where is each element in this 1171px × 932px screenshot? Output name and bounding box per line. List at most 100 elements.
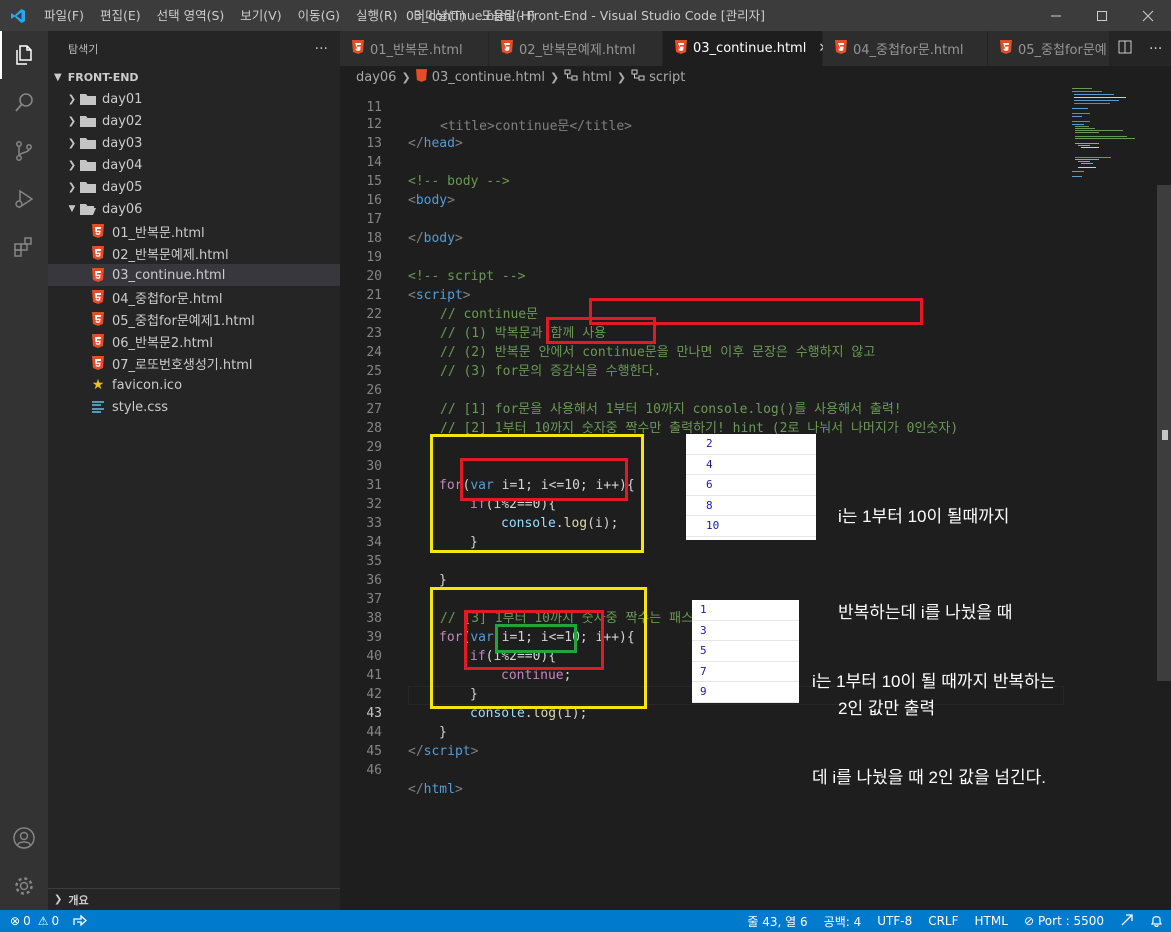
html5-icon	[90, 223, 106, 239]
code-line: 19 <!-- script -->	[340, 229, 1064, 284]
file-07[interactable]: 07_로또번호생성기.html	[48, 352, 340, 374]
html5-icon	[90, 289, 106, 305]
breadcrumb-html[interactable]: html	[582, 70, 612, 85]
language-mode[interactable]: HTML	[975, 914, 1008, 928]
maximize-button[interactable]	[1079, 0, 1125, 31]
vscode-logo-icon	[0, 0, 36, 31]
html5-icon	[90, 245, 106, 261]
feedback-icon[interactable]	[1120, 913, 1134, 930]
error-icon: ⊗	[10, 914, 21, 928]
chevron-right-icon: ❯	[54, 894, 63, 905]
folder-day03[interactable]: ❯ day03	[48, 132, 340, 154]
folder-day06[interactable]: ▼ day06	[48, 198, 340, 220]
live-server-port[interactable]: ⊘ Port : 5500	[1024, 914, 1104, 928]
activity-bar-bottom	[0, 814, 48, 910]
manage-gear-icon[interactable]	[0, 862, 48, 910]
minimize-button[interactable]	[1033, 0, 1079, 31]
folder-day05[interactable]: ❯ day05	[48, 176, 340, 198]
explorer-title: 탐색기	[68, 42, 99, 56]
tab-04[interactable]: 04_중첩for문.html	[823, 31, 988, 66]
close-window-button[interactable]	[1125, 0, 1171, 31]
file-03-selected[interactable]: 03_continue.html	[48, 264, 340, 286]
explorer-icon[interactable]	[0, 31, 48, 79]
run-debug-icon[interactable]	[0, 175, 48, 223]
css-icon	[90, 399, 106, 415]
chevron-right-icon: ❯	[67, 159, 77, 171]
code-line: 21 // continue문	[340, 267, 1064, 322]
code-line: 13	[340, 115, 1064, 151]
file-01[interactable]: 01_반복문.html	[48, 220, 340, 242]
file-favicon[interactable]: ★ favicon.ico	[48, 374, 340, 396]
editor-tabs: 01_반복문.html 02_반복문예제.html 03_continue.ht…	[340, 31, 1171, 66]
chevron-right-icon: ❯	[550, 70, 560, 84]
star-icon: ★	[91, 377, 105, 393]
tab-02[interactable]: 02_반복문예제.html	[489, 31, 663, 66]
folder-day04[interactable]: ❯ day04	[48, 154, 340, 176]
search-icon[interactable]	[0, 79, 48, 127]
extensions-icon[interactable]	[0, 223, 48, 271]
encoding[interactable]: UTF-8	[877, 914, 912, 928]
breadcrumb-folder[interactable]: day06	[356, 70, 396, 85]
menu-selection[interactable]: 선택 영역(S)	[149, 0, 233, 31]
folder-icon	[80, 91, 96, 107]
file-06[interactable]: 06_반복문2.html	[48, 330, 340, 352]
status-bar: ⊗ 0 ⚠ 0 줄 43, 열 6 공백: 4 UTF-8 CRLF HTML ⊘ P…	[0, 910, 1171, 932]
menu-help[interactable]: 도움말(H)	[473, 0, 543, 31]
outline-section[interactable]: ❯ 개요	[48, 888, 340, 910]
tab-label: 04_중첩for문.html	[853, 43, 964, 58]
indentation[interactable]: 공백: 4	[824, 913, 862, 930]
file-label: 07_로또번호생성기.html	[112, 357, 253, 373]
folder-label: day03	[102, 135, 143, 151]
workspace-root-label: FRONT-END	[67, 70, 139, 84]
menu-terminal[interactable]: 터미널(T)	[406, 0, 474, 31]
console-output-row: 5	[692, 641, 799, 662]
window-controls	[1033, 0, 1171, 31]
tab-label: 03_continue.html	[693, 41, 807, 56]
breadcrumb-file[interactable]: 03_continue.html	[432, 70, 545, 85]
folder-label: day02	[102, 113, 143, 129]
menu-edit[interactable]: 편집(E)	[92, 0, 149, 31]
live-share-icon[interactable]	[73, 914, 88, 929]
file-style-css[interactable]: style.css	[48, 396, 340, 418]
folder-day01[interactable]: ❯ day01	[48, 88, 340, 110]
console-output-row: 1	[692, 600, 799, 621]
highlight-box-increment	[546, 317, 656, 344]
tab-03-active[interactable]: 03_continue.html ✕	[663, 31, 829, 66]
more-actions-icon[interactable]: ···	[1149, 41, 1162, 57]
file-05[interactable]: 05_중첩for문예제1.html	[48, 308, 340, 330]
file-label: favicon.ico	[112, 377, 183, 393]
minimap[interactable]	[1064, 88, 1159, 910]
menu-go[interactable]: 이동(G)	[290, 0, 348, 31]
file-02[interactable]: 02_반복문예제.html	[48, 242, 340, 264]
notifications-bell-icon[interactable]	[1150, 913, 1163, 930]
code-line: 14 <!-- body -->	[340, 134, 1064, 189]
menu-view[interactable]: 보기(V)	[232, 0, 289, 31]
file-04[interactable]: 04_중첩for문.html	[48, 286, 340, 308]
tab-05[interactable]: 05_중첩for문예	[988, 31, 1128, 66]
html5-icon	[90, 333, 106, 349]
console-output-row: 6	[686, 475, 816, 496]
tab-01[interactable]: 01_반복문.html	[340, 31, 489, 66]
chevron-right-icon: ❯	[616, 70, 627, 84]
console-output-odd: 1 3 5 7 9	[692, 600, 799, 703]
explorer-more-button[interactable]: ···	[315, 41, 328, 57]
cursor-position[interactable]: 줄 43, 열 6	[747, 913, 807, 930]
menu-bar: 파일(F) 편집(E) 선택 영역(S) 보기(V) 이동(G) 실행(R) 터…	[36, 0, 543, 31]
file-label: 03_continue.html	[112, 267, 226, 283]
breadcrumb-script[interactable]: script	[649, 70, 685, 85]
line-ending[interactable]: CRLF	[928, 914, 958, 928]
menu-file[interactable]: 파일(F)	[36, 0, 92, 31]
source-control-icon[interactable]	[0, 127, 48, 175]
note-line: 데 i를 나눴을 때 2인 값을 넘긴다.	[812, 768, 1046, 787]
console-output-row: 7	[692, 662, 799, 682]
html5-icon	[90, 355, 106, 371]
folder-day02[interactable]: ❯ day02	[48, 110, 340, 132]
split-editor-icon[interactable]	[1118, 40, 1132, 58]
accounts-icon[interactable]	[0, 814, 48, 862]
console-output-row: 3	[692, 621, 799, 641]
problems-indicator[interactable]: ⊗ 0 ⚠ 0	[10, 914, 59, 928]
workspace-root[interactable]: ▼ FRONT-END	[48, 66, 340, 88]
menu-run[interactable]: 실행(R)	[348, 0, 405, 31]
symbol-structure-icon	[564, 69, 578, 85]
code-editor[interactable]: 11 <title>continue문</title> 12 </head> 1…	[340, 88, 1171, 910]
